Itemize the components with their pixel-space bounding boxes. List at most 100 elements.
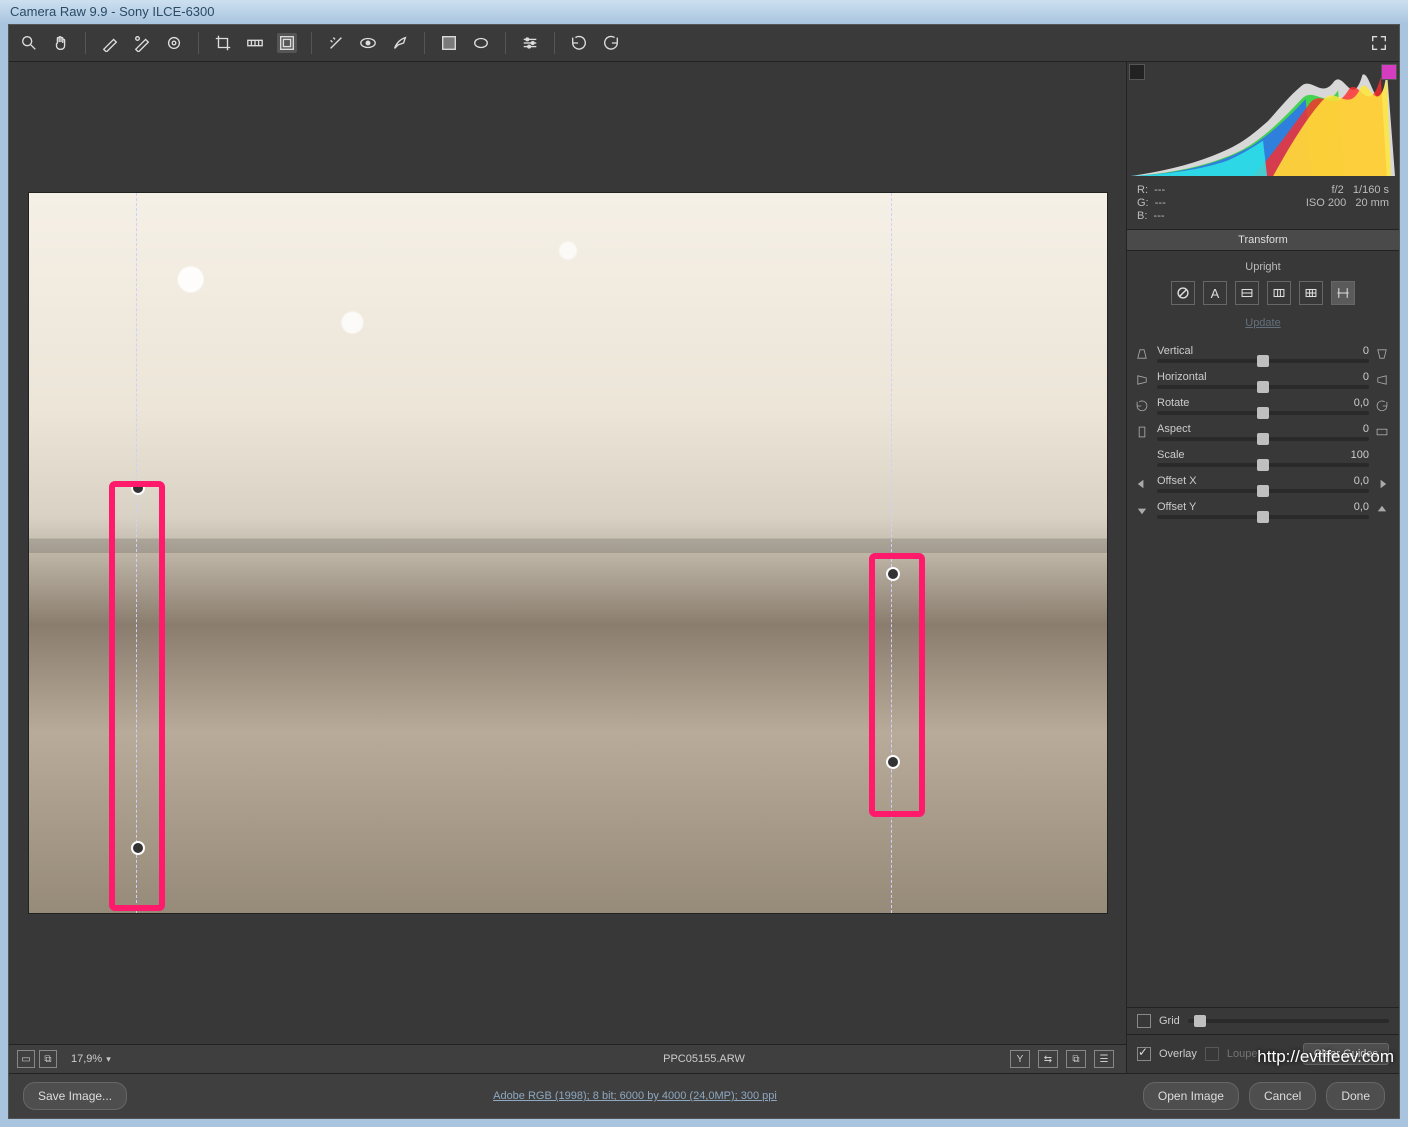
- scale-slider[interactable]: [1157, 463, 1369, 467]
- transform-tool-icon[interactable]: [277, 33, 297, 53]
- offsety-slider[interactable]: [1157, 515, 1369, 519]
- overlay-checkbox[interactable]: [1137, 1047, 1151, 1061]
- before-after-y-icon[interactable]: Y: [1010, 1050, 1030, 1068]
- horizontal-slider[interactable]: [1157, 385, 1369, 389]
- copy-settings-icon[interactable]: ⧉: [1066, 1050, 1086, 1068]
- bottom-bar: Save Image... Adobe RGB (1998); 8 bit; 6…: [9, 1073, 1399, 1118]
- offsety-down-hint-icon: [1375, 503, 1389, 517]
- zoom-value: 17,9%: [71, 1053, 102, 1065]
- histogram-graph: [1131, 66, 1395, 176]
- main-toolbar: [9, 25, 1399, 62]
- targeted-adjustment-tool-icon[interactable]: [164, 33, 184, 53]
- preview-area: ▭ ⧉ 17,9% ▾ PPC05155.ARW Y ⇆ ⧉ ☰: [9, 62, 1126, 1073]
- horizontal-left-hint-icon: [1135, 373, 1149, 387]
- loupe-checkbox: [1205, 1047, 1219, 1061]
- toggle-fullscreen-icon[interactable]: [1369, 33, 1389, 53]
- slider-label: Offset Y: [1157, 501, 1196, 513]
- grid-size-slider[interactable]: [1188, 1019, 1389, 1023]
- loupe-label: Loupe: [1227, 1048, 1258, 1060]
- upright-full-button[interactable]: [1299, 281, 1323, 305]
- aspect-right-hint-icon: [1375, 425, 1389, 439]
- slider-value[interactable]: 100: [1351, 449, 1369, 461]
- slider-label: Vertical: [1157, 345, 1193, 357]
- done-button[interactable]: Done: [1326, 1082, 1385, 1110]
- vertical-right-hint-icon: [1375, 347, 1389, 361]
- offsety-up-hint-icon: [1135, 503, 1149, 517]
- white-balance-tool-icon[interactable]: [100, 33, 120, 53]
- slider-value[interactable]: 0: [1363, 423, 1369, 435]
- aspect-slider[interactable]: [1157, 437, 1369, 441]
- highlight-clipping-icon[interactable]: [1381, 64, 1397, 80]
- swap-icon[interactable]: ⇆: [1038, 1050, 1058, 1068]
- adjustment-brush-tool-icon[interactable]: [390, 33, 410, 53]
- upright-update-link[interactable]: Update: [1245, 317, 1280, 329]
- offsetx-slider[interactable]: [1157, 489, 1369, 493]
- offsetx-right-hint-icon: [1375, 477, 1389, 491]
- preview-footer: ▭ ⧉ 17,9% ▾ PPC05155.ARW Y ⇆ ⧉ ☰: [9, 1044, 1126, 1073]
- annotation-box: [109, 481, 165, 911]
- chevron-down-icon: ▾: [106, 1054, 111, 1065]
- spot-removal-tool-icon[interactable]: [326, 33, 346, 53]
- filename-label: PPC05155.ARW: [663, 1053, 745, 1065]
- slider-value[interactable]: 0,0: [1354, 397, 1369, 409]
- rotate-left-hint-icon: [1135, 399, 1149, 413]
- upright-off-button[interactable]: [1171, 281, 1195, 305]
- open-image-button[interactable]: Open Image: [1143, 1082, 1239, 1110]
- slider-value[interactable]: 0,0: [1354, 475, 1369, 487]
- watermark: http://evtifeev.com: [1257, 1047, 1394, 1067]
- red-eye-tool-icon[interactable]: [358, 33, 378, 53]
- view-compare-icon[interactable]: ⧉: [39, 1050, 57, 1068]
- grid-row: Grid: [1127, 1007, 1399, 1034]
- histogram[interactable]: [1127, 62, 1399, 180]
- slider-label: Aspect: [1157, 423, 1191, 435]
- zoom-tool-icon[interactable]: [19, 33, 39, 53]
- slider-label: Offset X: [1157, 475, 1197, 487]
- color-sampler-tool-icon[interactable]: [132, 33, 152, 53]
- exif-readout: f/2 1/160 s ISO 200 20 mm: [1306, 184, 1389, 223]
- horizontal-right-hint-icon: [1375, 373, 1389, 387]
- slider-label: Scale: [1157, 449, 1185, 461]
- app-frame: ▭ ⧉ 17,9% ▾ PPC05155.ARW Y ⇆ ⧉ ☰: [8, 24, 1400, 1119]
- rotate-cw-icon[interactable]: [601, 33, 621, 53]
- rotate-slider[interactable]: [1157, 411, 1369, 415]
- straighten-tool-icon[interactable]: [245, 33, 265, 53]
- upright-auto-button[interactable]: A: [1203, 281, 1227, 305]
- cancel-button[interactable]: Cancel: [1249, 1082, 1316, 1110]
- upright-section: Upright A Update: [1127, 251, 1399, 339]
- graduated-filter-tool-icon[interactable]: [439, 33, 459, 53]
- zoom-dropdown[interactable]: 17,9% ▾: [71, 1053, 111, 1065]
- hand-tool-icon[interactable]: [51, 33, 71, 53]
- upright-level-button[interactable]: [1235, 281, 1259, 305]
- view-single-icon[interactable]: ▭: [17, 1050, 35, 1068]
- right-panel: R: --- G: --- B: --- f/2 1/160 s ISO 200…: [1126, 62, 1399, 1073]
- upright-label: Upright: [1137, 261, 1389, 273]
- image-viewport[interactable]: [9, 62, 1126, 1044]
- shadow-clipping-icon[interactable]: [1129, 64, 1145, 80]
- transform-sliders: Vertical 0 Horizontal 0 Rotate 0,0: [1127, 339, 1399, 525]
- grid-label: Grid: [1159, 1015, 1180, 1027]
- vertical-left-hint-icon: [1135, 347, 1149, 361]
- preferences-icon[interactable]: [520, 33, 540, 53]
- workflow-options-link[interactable]: Adobe RGB (1998); 8 bit; 6000 by 4000 (2…: [137, 1090, 1133, 1102]
- slider-value[interactable]: 0,0: [1354, 501, 1369, 513]
- preview-image: [29, 193, 1107, 913]
- preview-prefs-icon[interactable]: ☰: [1094, 1050, 1114, 1068]
- vertical-slider[interactable]: [1157, 359, 1369, 363]
- upright-guided-button[interactable]: [1331, 281, 1355, 305]
- upright-vertical-button[interactable]: [1267, 281, 1291, 305]
- offsetx-left-hint-icon: [1135, 477, 1149, 491]
- readout-row: R: --- G: --- B: --- f/2 1/160 s ISO 200…: [1127, 180, 1399, 229]
- panel-tab-transform[interactable]: Transform: [1127, 229, 1399, 251]
- grid-checkbox[interactable]: [1137, 1014, 1151, 1028]
- slider-value[interactable]: 0: [1363, 371, 1369, 383]
- aspect-left-hint-icon: [1135, 425, 1149, 439]
- rotate-ccw-icon[interactable]: [569, 33, 589, 53]
- slider-value[interactable]: 0: [1363, 345, 1369, 357]
- radial-filter-tool-icon[interactable]: [471, 33, 491, 53]
- slider-label: Horizontal: [1157, 371, 1207, 383]
- rotate-right-hint-icon: [1375, 399, 1389, 413]
- overlay-label: Overlay: [1159, 1048, 1197, 1060]
- slider-label: Rotate: [1157, 397, 1189, 409]
- save-image-button[interactable]: Save Image...: [23, 1082, 127, 1110]
- crop-tool-icon[interactable]: [213, 33, 233, 53]
